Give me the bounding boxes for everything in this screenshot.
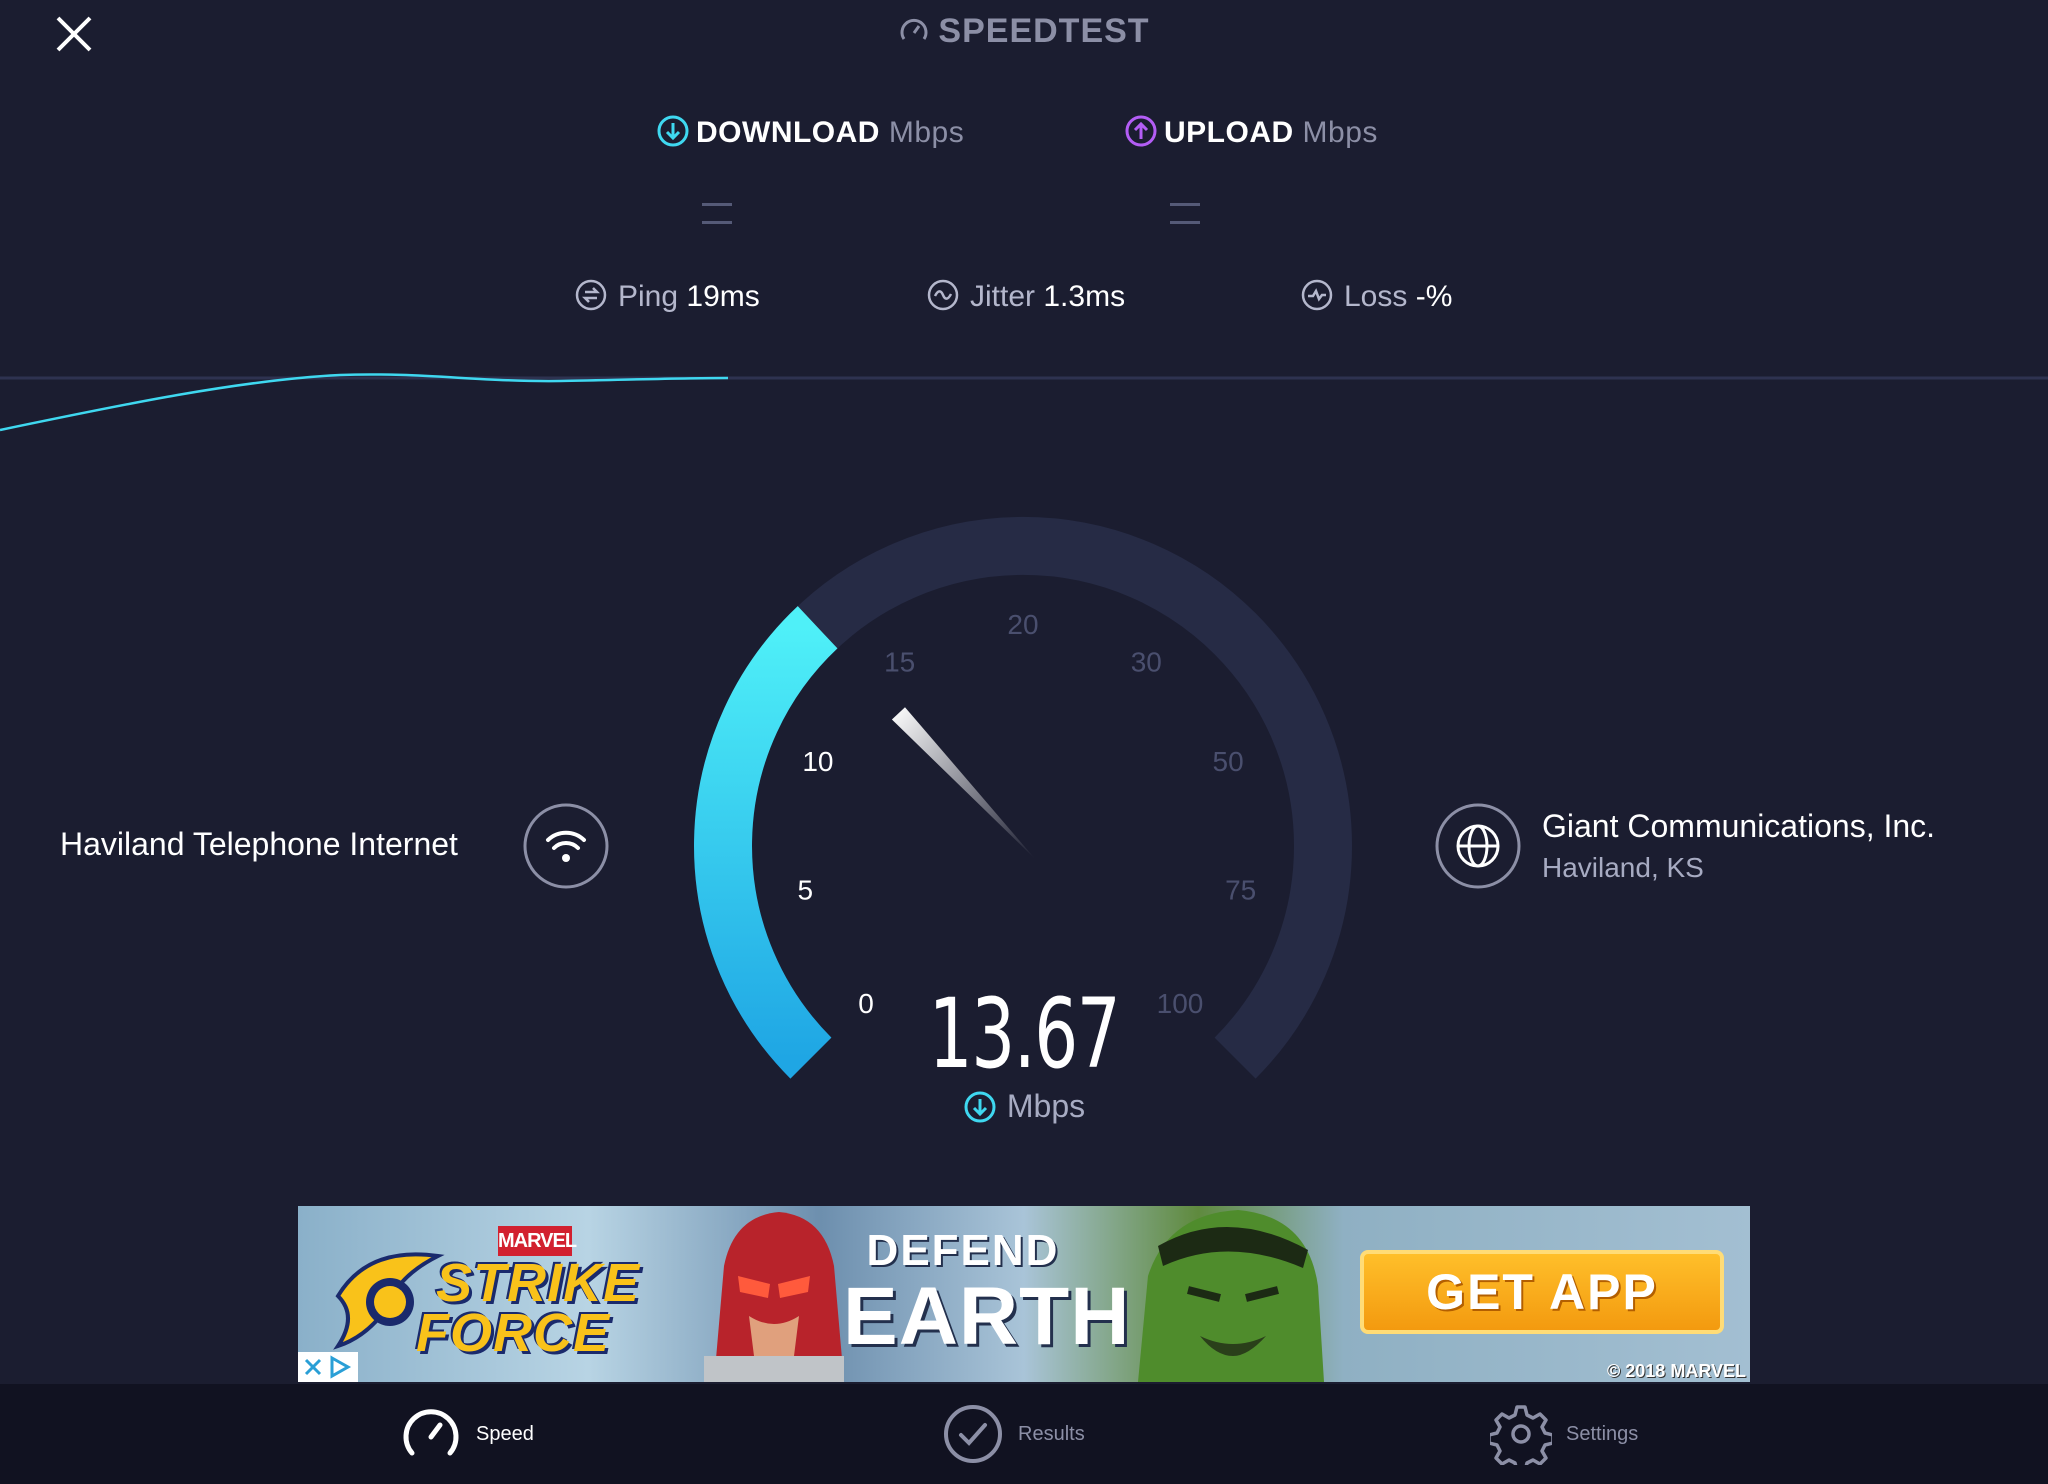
globe-icon xyxy=(1435,803,1521,889)
gauge-tick-label: 30 xyxy=(1131,646,1162,677)
download-header: DOWNLOAD Mbps xyxy=(656,114,964,150)
gauge-tick-label: 10 xyxy=(802,746,833,777)
current-speed-unit-label: Mbps xyxy=(1006,1088,1086,1124)
ping-value: 19 xyxy=(686,280,720,313)
ping-unit: ms xyxy=(719,280,760,313)
upload-arrow-icon xyxy=(1125,115,1157,147)
ping-label: Ping xyxy=(618,280,679,313)
download-label: DOWNLOAD xyxy=(696,116,880,149)
speedometer-logo-icon xyxy=(900,18,928,40)
nav-tab-speed-label: Speed xyxy=(476,1422,534,1445)
ad-title-line2: FORCE xyxy=(416,1303,610,1363)
marvel-logo: MARVEL xyxy=(498,1226,577,1256)
gauge-tick-label: 15 xyxy=(884,646,915,677)
upload-unit: Mbps xyxy=(1302,116,1378,149)
download-value xyxy=(702,196,774,225)
ad-close-icon xyxy=(304,1355,352,1379)
ad-headline-top: DEFEND xyxy=(866,1226,1060,1275)
jitter-value: 1.3 xyxy=(1043,280,1086,313)
jitter-unit: ms xyxy=(1085,280,1126,313)
ad-title-line1: STRIKE xyxy=(436,1253,641,1313)
gear-icon xyxy=(1490,1405,1552,1465)
hero-portrait-red xyxy=(704,1212,844,1382)
loss-unit: % xyxy=(1425,280,1453,313)
upload-value xyxy=(1170,196,1242,225)
server-button[interactable] xyxy=(1434,802,1522,890)
gauge-needle xyxy=(891,707,1036,860)
gauge-tick-label: 5 xyxy=(798,874,814,905)
ad-game-title: STRIKE FORCE xyxy=(376,1253,641,1363)
brand-label: SPEEDTEST xyxy=(938,12,1150,50)
server-location: Haviland, KS xyxy=(1542,852,1704,883)
isp-name: Haviland Telephone Internet xyxy=(60,826,458,862)
nav-tab-settings[interactable]: Settings xyxy=(1490,1384,1638,1484)
loss-metric: Loss -% xyxy=(1300,278,1452,314)
upload-header: UPLOAD Mbps xyxy=(1124,114,1378,150)
upload-label: UPLOAD xyxy=(1164,116,1294,149)
ad-copyright: © 2018 MARVEL xyxy=(1607,1361,1746,1381)
gauge-tick-label: 20 xyxy=(1007,609,1038,640)
current-speed-value: 13.67 xyxy=(928,978,1121,1090)
current-speed-unit: Mbps xyxy=(824,1088,1224,1125)
ad-get-app-button[interactable]: GET APP xyxy=(1360,1250,1724,1334)
gauge-tick-label: 50 xyxy=(1213,746,1244,777)
throughput-graph xyxy=(0,373,2048,432)
loss-value: - xyxy=(1415,280,1426,313)
ping-metric: Ping 19ms xyxy=(574,278,760,314)
nav-tab-speed[interactable]: Speed xyxy=(400,1384,534,1484)
download-unit: Mbps xyxy=(888,116,965,149)
jitter-label: Jitter xyxy=(970,280,1036,313)
ad-choices[interactable] xyxy=(298,1352,358,1382)
packet-loss-icon xyxy=(1301,279,1333,311)
download-arrow-icon xyxy=(964,1091,996,1123)
ping-icon xyxy=(575,279,607,311)
server-name: Giant Communications, Inc. xyxy=(1542,808,1936,844)
download-arrow-icon xyxy=(657,115,689,147)
hero-portrait-green xyxy=(1138,1210,1324,1382)
jitter-metric: Jitter 1.3ms xyxy=(926,278,1125,314)
gauge-progress-arc xyxy=(694,606,838,1079)
loss-label: Loss xyxy=(1344,280,1408,313)
nav-tab-settings-label: Settings xyxy=(1566,1422,1639,1445)
ad-banner[interactable]: MARVEL STRIKE FORCE DEFEND EARTH GET APP… xyxy=(298,1206,1750,1382)
gauge-tick-label: 75 xyxy=(1225,874,1256,905)
gauge-tick-label: 0 xyxy=(858,988,874,1019)
nav-tab-results[interactable]: Results xyxy=(942,1384,1085,1484)
ad-headline-bottom: EARTH xyxy=(843,1271,1131,1362)
wifi-icon xyxy=(523,803,609,889)
jitter-icon xyxy=(927,279,959,311)
bottom-nav: Speed Results Settings xyxy=(0,1384,2048,1484)
nav-tab-results-label: Results xyxy=(1018,1422,1085,1445)
app-brand: SPEEDTEST xyxy=(0,12,2048,51)
download-graph-line xyxy=(0,373,729,432)
isp-button[interactable] xyxy=(522,802,610,890)
check-circle-icon xyxy=(944,1405,1002,1463)
speedometer-icon xyxy=(403,1409,459,1456)
